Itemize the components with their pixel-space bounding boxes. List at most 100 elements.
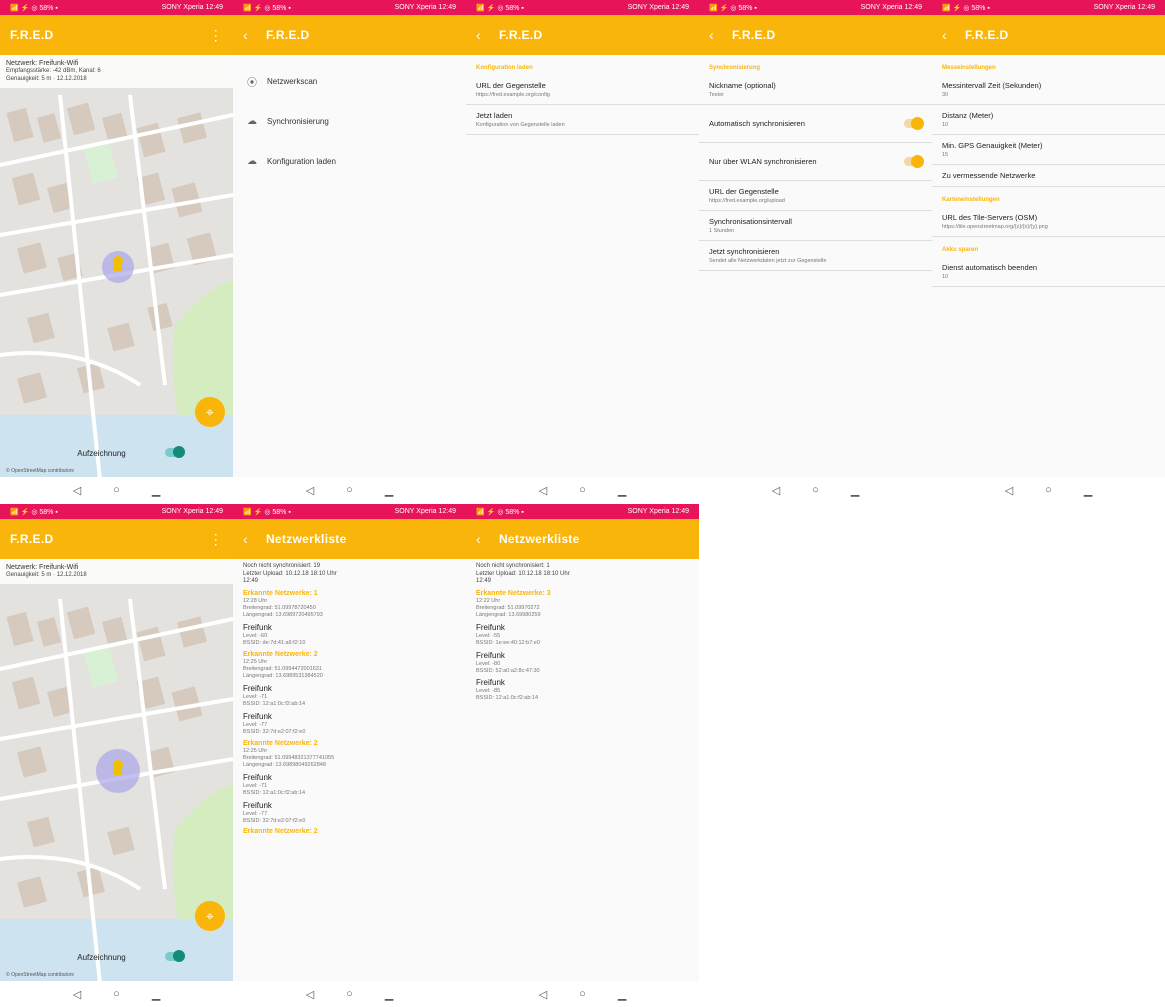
pref-auto-stop[interactable]: Dienst automatisch beenden 10 [932,257,1165,287]
network-ssid: Freifunk [243,622,272,632]
recording-toggle[interactable] [165,446,185,458]
network-detail: BSSID: 52:a0:a2:8c:47:30 [476,667,540,674]
pref-nickname[interactable]: Nickname (optional) Tester [699,75,932,105]
back-arrow-icon[interactable]: ‹ [476,531,481,547]
nav-recent-icon[interactable]: ▁ [385,988,393,1001]
overflow-menu-icon[interactable]: ⋮ [209,531,223,548]
status-bar: 📶 ⚡ ◎ 58% ▪ SONY Xperia 12:49 [466,504,699,519]
nav-home-icon[interactable]: ○ [579,484,586,496]
locate-fab[interactable]: ⌖ [195,901,225,931]
nav-home-icon[interactable]: ○ [346,484,353,496]
pref-title: URL der Gegenstelle [476,81,546,90]
pref-subtitle: https://tile.openstreetmap.org/{z}/{x}/{… [942,224,1048,230]
crosshair-icon: ⌖ [206,907,214,924]
pref-subtitle: 10 [942,122,949,128]
status-bar: 📶 ⚡ ◎ 58% ▪ SONY Xperia 12:49 [233,504,466,519]
netlist-scroll[interactable]: Noch nicht synchronisiert: 19 Letzter Up… [233,559,466,981]
pref-measure-interval[interactable]: Messintervall Zeit (Sekunden) 30 [932,75,1165,105]
nav-recent-icon[interactable]: ▁ [385,484,393,497]
drawer-item-config[interactable]: ☁ Konfiguration laden [233,141,466,181]
nav-home-icon[interactable]: ○ [1045,484,1052,496]
recording-label: Aufzeichnung [77,952,126,962]
nav-home-icon[interactable]: ○ [579,988,586,1000]
status-bar: 📶 ⚡ ◎ 58% ▪ SONY Xperia 12:49 [932,0,1165,15]
back-arrow-icon[interactable]: ‹ [243,531,248,547]
status-right: SONY Xperia 12:49 [161,4,223,11]
network-info-line: Empfangsstärke: -42 dBm, Kanal: 6 [6,68,101,75]
status-right: SONY Xperia 12:49 [161,508,223,515]
drawer-item-sync[interactable]: ☁ Synchronisierung [233,101,466,141]
nav-back-icon[interactable]: ◁ [539,988,547,1001]
nav-home-icon[interactable]: ○ [812,484,819,496]
pref-config-url[interactable]: URL der Gegenstelle https://fred.example.… [466,75,699,105]
nav-recent-icon[interactable]: ▁ [618,988,626,1001]
app-title: F.R.E.D [265,28,310,42]
back-arrow-icon[interactable]: ‹ [709,27,714,43]
pref-sync-now[interactable]: Jetzt synchronisieren Sendet alle Netzwer… [699,241,932,271]
network-detail: BSSID: 12:a1:0c:f2:ab:14 [243,700,306,707]
pref-networks[interactable]: Zu vermessende Netzwerke [932,165,1165,187]
pref-distance[interactable]: Distanz (Meter) 10 [932,105,1165,135]
nav-recent-icon[interactable]: ▁ [152,484,160,497]
map-view[interactable]: Netzwerk: Freifunk-Wifi Empfangsstärke: … [0,55,233,477]
locate-fab[interactable]: ⌖ [195,397,225,427]
pref-upload-url[interactable]: URL der Gegenstelle https://fred.example.… [699,181,932,211]
map-area[interactable]: Netzwerk: Freifunk-Wifi Genauigkeit: 5 m… [0,559,233,981]
overflow-menu-icon[interactable]: ⋮ [209,27,223,44]
screen-netlist-b: 📶 ⚡ ◎ 58% ▪ SONY Xperia 12:49 ‹ Netzwerkli… [466,504,699,1007]
screen-title: Netzwerkliste [498,532,580,546]
netlist-scroll[interactable]: Noch nicht synchronisiert: 1 Letzter Upl… [466,559,699,981]
nav-back-icon[interactable]: ◁ [73,988,81,1001]
nav-back-icon[interactable]: ◁ [73,484,81,497]
map-view[interactable]: Netzwerk: Freifunk-Wifi Genauigkeit: 5 m… [0,559,233,981]
network-detail: Level: -71 [243,782,268,789]
status-right: SONY Xperia 12:49 [394,4,456,11]
network-detail: Längengrad: 13.69898049262848 [243,762,326,768]
pref-tile-server[interactable]: URL des Tile-Servers (OSM) https://tile.o… [932,207,1165,237]
nav-home-icon[interactable]: ○ [113,988,120,1000]
section-header: Messeinstellungen [942,65,996,71]
network-ssid: Freifunk [243,772,272,782]
nav-recent-icon[interactable]: ▁ [618,484,626,497]
map-area[interactable]: Netzwerk: Freifunk-Wifi Empfangsstärke: … [0,55,233,477]
nav-back-icon[interactable]: ◁ [306,988,314,1001]
network-detail: Level: -80 [476,660,501,667]
pref-subtitle: Konfiguration von Gegenstelle laden [476,122,565,128]
status-right: SONY Xperia 12:49 [627,4,689,11]
status-left: 📶 ⚡ ◎ 58% ▪ [942,4,990,12]
drawer-item-netzwerkscan[interactable]: ⦿ Netzwerkscan [233,61,466,101]
nav-back-icon[interactable]: ◁ [1005,484,1013,497]
back-arrow-icon[interactable]: ‹ [476,27,481,43]
nav-home-icon[interactable]: ○ [113,484,120,496]
network-ssid: Freifunk [243,711,272,721]
nav-home-icon[interactable]: ○ [346,988,353,1000]
nav-back-icon[interactable]: ◁ [772,484,780,497]
pref-sync-interval[interactable]: Synchronisationsintervall 1 Stunden [699,211,932,241]
pref-wifi-only[interactable]: Nur über WLAN synchronisieren [699,143,932,181]
status-left: 📶 ⚡ ◎ 58% ▪ [10,4,58,12]
nav-recent-icon[interactable]: ▁ [152,988,160,1001]
app-title: F.R.E.D [731,28,776,42]
network-ssid: Freifunk [476,678,505,688]
drawer-item-label: Netzwerkscan [267,76,318,86]
pref-title: Jetzt synchronisieren [709,247,780,256]
auto-sync-switch[interactable] [904,117,924,130]
nav-back-icon[interactable]: ◁ [539,484,547,497]
pref-auto-sync[interactable]: Automatisch synchronisieren [699,105,932,143]
network-detail: Breitengrad: 51.09970272 [476,605,540,612]
pref-title: Nickname (optional) [709,81,776,90]
system-nav-bar: ◁ ○ ▁ [233,981,466,1007]
nav-back-icon[interactable]: ◁ [306,484,314,497]
pref-load-now[interactable]: Jetzt laden Konfiguration von Gegenstelle… [466,105,699,135]
network-detail: Level: -55 [476,632,501,639]
back-arrow-icon[interactable]: ‹ [243,27,248,43]
nav-recent-icon[interactable]: ▁ [1084,484,1092,497]
pref-gps-accuracy[interactable]: Min. GPS Genauigkeit (Meter) 15 [932,135,1165,165]
nav-recent-icon[interactable]: ▁ [851,484,859,497]
recording-toggle[interactable] [165,950,185,962]
recording-row: Aufzeichnung [0,947,233,967]
pref-title: Zu vermessende Netzwerke [942,171,1036,180]
wifi-only-switch[interactable] [904,155,924,168]
back-arrow-icon[interactable]: ‹ [942,27,947,43]
screen-netlist-a: 📶 ⚡ ◎ 58% ▪ SONY Xperia 12:49 ‹ Netzwerkli… [233,504,466,1007]
